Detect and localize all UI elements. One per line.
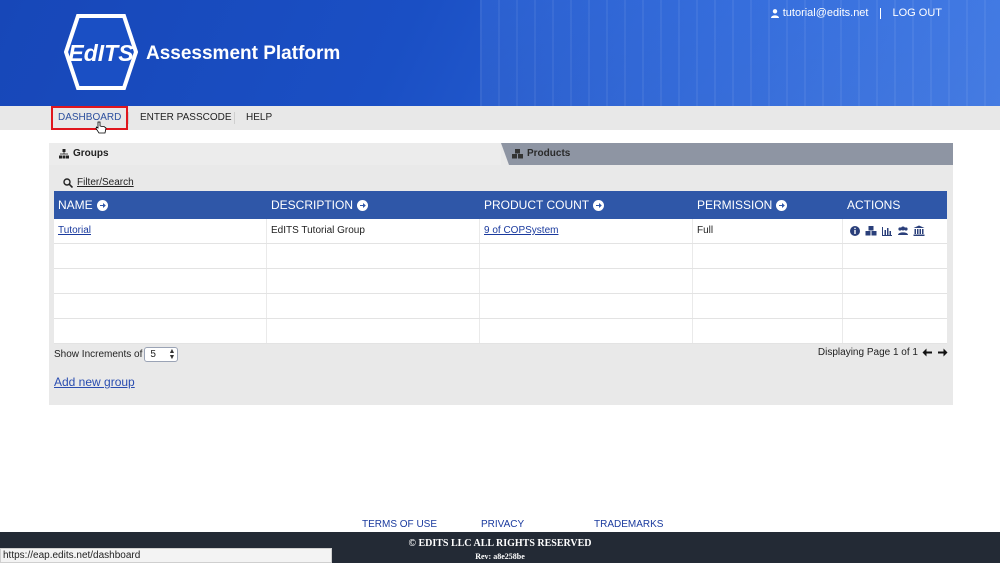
pagination: Displaying Page 1 of 1 [818,347,948,358]
info-icon[interactable] [849,225,861,237]
updown-icon: ▲ ▼ [168,348,176,361]
groups-panel: Groups Products Filter/Search NAME DESCR… [49,143,953,405]
tab-groups-label: Groups [73,148,109,159]
increments-select[interactable]: 5 ▲ ▼ [144,347,179,362]
product-count-link[interactable]: 9 of COPSystem [484,225,558,236]
tab-products[interactable]: Products [501,143,953,165]
page-status: Displaying Page 1 of 1 [817,347,918,358]
cell-product-count: 9 of COPSystem [480,219,693,243]
nav-dashboard[interactable]: DASHBOARD [51,106,129,130]
column-product-count-label: PRODUCT COUNT [484,198,590,212]
nav-divider [234,112,235,124]
column-actions: ACTIONS [843,191,947,219]
edits-logo[interactable]: EdITS [64,14,138,90]
column-description[interactable]: DESCRIPTION [267,191,480,219]
sort-arrow-icon[interactable] [96,199,108,211]
column-name[interactable]: NAME [54,191,267,219]
filter-search-link[interactable]: Filter/Search [77,177,134,188]
hand-cursor-icon [95,121,107,134]
search-icon [63,177,73,188]
sitemap-icon [59,149,69,159]
sort-arrow-icon[interactable] [776,199,788,211]
column-description-label: DESCRIPTION [271,198,354,212]
table-row-empty [54,244,947,269]
column-product-count[interactable]: PRODUCT COUNT [480,191,693,219]
prev-page-icon[interactable] [922,347,933,358]
cell-name: Tutorial [54,219,267,243]
privacy-link[interactable]: PRIVACY [481,519,524,530]
app-title: Assessment Platform [146,43,341,64]
main-nav: DASHBOARD ENTER PASSCODE HELP [0,106,1000,130]
user-icon [770,8,779,18]
cell-actions [843,219,947,243]
user-email[interactable]: tutorial@edits.net [783,7,869,19]
cell-description: EdITS Tutorial Group [267,219,480,243]
nav-divider [128,112,129,124]
table-header: NAME DESCRIPTION PRODUCT COUNT PERMISSIO… [54,191,947,219]
header-divider [880,7,882,19]
products-icon[interactable] [865,225,877,237]
column-name-label: NAME [58,198,93,212]
increments-value: 5 [150,349,156,360]
table-row: Tutorial EdITS Tutorial Group 9 of COPSy… [54,219,947,244]
nav-enter-passcode[interactable]: ENTER PASSCODE [140,106,232,130]
next-page-icon[interactable] [937,347,948,358]
column-actions-label: ACTIONS [847,198,901,212]
nav-help[interactable]: HELP [246,106,272,130]
filter-search[interactable]: Filter/Search [63,177,134,188]
cell-permission: Full [693,219,843,243]
table-row-empty [54,294,947,319]
tab-products-label: Products [527,148,571,159]
tab-groups[interactable]: Groups [49,143,501,165]
logout-link[interactable]: LOG OUT [892,7,942,19]
copyright-text: © EDITS LLC ALL RIGHTS RESERVED [408,538,592,549]
increments-control: Show Increments of 5 ▲ ▼ [54,347,179,362]
user-menu: tutorial@edits.net LOG OUT [770,7,942,19]
institution-icon[interactable] [913,225,925,237]
terms-of-use-link[interactable]: TERMS OF USE [362,519,437,530]
column-permission-label: PERMISSION [697,198,773,212]
group-name-link[interactable]: Tutorial [58,225,91,236]
increments-label: Show Increments of [54,349,143,360]
column-permission[interactable]: PERMISSION [693,191,843,219]
users-icon[interactable] [897,225,909,237]
status-bar-url: https://eap.edits.net/dashboard [0,548,332,563]
add-new-group-link[interactable]: Add new group [54,375,135,389]
groups-table: NAME DESCRIPTION PRODUCT COUNT PERMISSIO… [54,191,947,344]
table-row-empty [54,319,947,344]
trademarks-link[interactable]: TRADEMARKS [594,519,663,530]
sort-arrow-icon[interactable] [357,199,369,211]
site-header: EdITS Assessment Platform tutorial@edits… [0,0,1000,106]
cubes-icon [512,149,523,159]
sort-arrow-icon[interactable] [593,199,605,211]
chart-icon[interactable] [881,225,893,237]
table-row-empty [54,269,947,294]
svg-text:EdITS: EdITS [68,40,134,66]
